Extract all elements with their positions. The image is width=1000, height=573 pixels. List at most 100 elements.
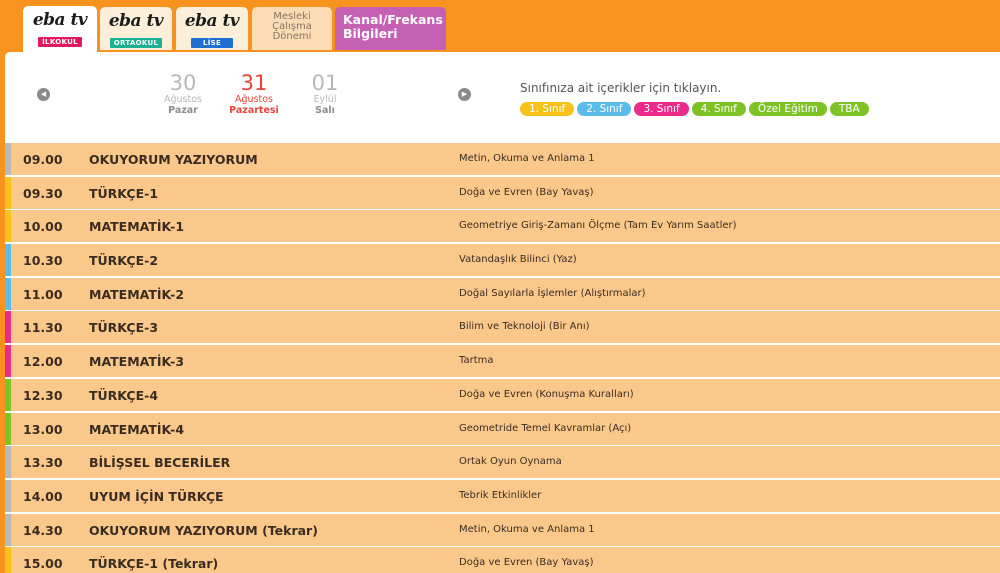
chevron-right-icon: ▶ xyxy=(461,90,468,98)
day-month: Ağustos xyxy=(235,94,273,105)
schedule-row[interactable]: 15.00 TÜRKÇE-1 (Tekrar) Doğa ve Evren (Bay… xyxy=(5,547,1000,573)
topic: Bilim ve Teknoloji (Bir Anı) xyxy=(459,321,590,333)
schedule-row[interactable]: 11.30 TÜRKÇE-3 Bilim ve Teknoloji (Bir Anı… xyxy=(5,311,1000,345)
time: 11.30 xyxy=(23,320,63,336)
day-month: Ağustos xyxy=(164,94,202,105)
grade-2-button[interactable]: 2. Sınıf xyxy=(577,102,632,116)
schedule-row[interactable]: 11.00 MATEMATİK-2 Doğal Sayılarla İşlemler… xyxy=(5,277,1000,311)
topic: Geometriye Giriş-Zamanı Ölçme (Tam Ev Ya… xyxy=(459,220,737,232)
chevron-left-icon: ◀ xyxy=(40,90,47,98)
topic: Doğa ve Evren (Konuşma Kuralları) xyxy=(459,388,634,400)
eba-tv-logo: eba tv xyxy=(108,11,164,31)
channel-tabs: eba tv İLKOKUL eba tv ORTAOKUL eba tv Lİ… xyxy=(0,0,1000,52)
course-name: OKUYORUM YAZIYORUM (Tekrar) xyxy=(89,522,318,538)
tab-mesleki-calisma-donemi[interactable]: Mesleki Çalışma Dönemi xyxy=(252,7,332,50)
grade-4-button[interactable]: 4. Sınıf xyxy=(691,102,746,116)
tab-ilkokul-label: İLKOKUL xyxy=(38,37,82,47)
tab-ortaokul-label: ORTAOKUL xyxy=(109,38,163,48)
eba-tv-logo: eba tv xyxy=(184,11,240,31)
grade-color-bar xyxy=(5,176,11,209)
course-name: TÜRKÇE-4 xyxy=(89,387,159,403)
grade-color-bar xyxy=(5,412,11,445)
time: 09.30 xyxy=(23,185,63,201)
ozel-egitim-button[interactable]: Özel Eğitim xyxy=(748,102,827,116)
course-name: BİLİŞSEL BECERİLER xyxy=(89,455,231,471)
day-number: 31 xyxy=(240,71,268,95)
time: 14.00 xyxy=(23,488,63,504)
day-01[interactable]: 01 Eylül Salı xyxy=(290,71,360,116)
topic: Vatandaşlık Bilinci (Yaz) xyxy=(459,254,577,266)
schedule-row[interactable]: 13.00 MATEMATİK-4 Geometride Temel Kavraml… xyxy=(5,412,1000,446)
day-name: Pazartesi xyxy=(229,105,279,116)
topic: Tebrik Etkinlikler xyxy=(459,489,542,501)
tab-ortaokul[interactable]: eba tv ORTAOKUL xyxy=(100,7,172,50)
topic: Tartma xyxy=(459,355,494,367)
day-name: Pazar xyxy=(168,105,198,116)
course-name: MATEMATİK-3 xyxy=(89,354,185,370)
previous-day-button[interactable]: ◀ xyxy=(37,88,50,101)
time: 12.00 xyxy=(23,354,63,370)
course-name: TÜRKÇE-1 xyxy=(89,185,159,201)
schedule-list: 09.00 OKUYORUM YAZIYORUM Metin, Okuma ve A… xyxy=(5,143,1000,573)
schedule-row[interactable]: 12.00 MATEMATİK-3 Tartma xyxy=(5,345,1000,379)
topic: Ortak Oyun Oynama xyxy=(459,456,562,468)
topic: Doğa ve Evren (Bay Yavaş) xyxy=(459,186,594,198)
time: 13.00 xyxy=(23,421,63,437)
topic: Doğal Sayılarla İşlemler (Alıştırmalar) xyxy=(459,287,646,299)
course-name: OKUYORUM YAZIYORUM xyxy=(89,152,258,167)
eba-tv-logo: eba tv xyxy=(32,10,88,30)
next-day-button[interactable]: ▶ xyxy=(458,88,471,101)
grade-color-bar xyxy=(5,547,11,573)
time: 12.30 xyxy=(23,387,63,403)
topic: Doğa ve Evren (Bay Yavaş) xyxy=(459,557,594,569)
day-31[interactable]: 31 Ağustos Pazartesi xyxy=(219,71,289,116)
day-month: Eylül xyxy=(313,94,337,105)
tba-button[interactable]: TBA xyxy=(829,102,869,116)
schedule-row[interactable]: 09.30 TÜRKÇE-1 Doğa ve Evren (Bay Yavaş) xyxy=(5,176,1000,210)
tab-kanal-line-2: Bilgileri xyxy=(343,26,398,41)
schedule-panel: ◀ 30 Ağustos Pazar 31 Ağustos Pazartesi … xyxy=(5,52,1000,573)
day-number: 30 xyxy=(169,71,197,95)
grade-color-bar xyxy=(5,378,11,411)
day-number: 01 xyxy=(311,71,339,95)
time: 10.00 xyxy=(23,219,63,235)
grade-filter: 1. Sınıf 2. Sınıf 3. Sınıf 4. Sınıf Özel… xyxy=(520,102,869,116)
schedule-row[interactable]: 09.00 OKUYORUM YAZIYORUM Metin, Okuma ve A… xyxy=(5,143,1000,176)
time: 10.30 xyxy=(23,253,63,269)
schedule-row[interactable]: 14.00 UYUM İÇİN TÜRKÇE Tebrik Etkinlikler xyxy=(5,479,1000,513)
course-name: UYUM İÇİN TÜRKÇE xyxy=(89,488,224,504)
tab-kanal-frekans-bilgileri[interactable]: Kanal/Frekans Bilgileri xyxy=(335,7,446,50)
tab-mesleki-line-3: Dönemi xyxy=(272,31,312,42)
grade-3-button[interactable]: 3. Sınıf xyxy=(634,102,689,116)
time: 11.00 xyxy=(23,286,63,302)
grade-color-bar xyxy=(5,311,11,344)
time: 09.00 xyxy=(23,152,63,167)
schedule-row[interactable]: 12.30 TÜRKÇE-4 Doğa ve Evren (Konuşma Kura… xyxy=(5,378,1000,412)
time: 13.30 xyxy=(23,455,63,471)
grade-color-bar xyxy=(5,277,11,310)
schedule-row[interactable]: 10.30 TÜRKÇE-2 Vatandaşlık Bilinci (Yaz) xyxy=(5,244,1000,278)
schedule-row[interactable]: 10.00 MATEMATİK-1 Geometriye Giriş-Zamanı … xyxy=(5,210,1000,244)
time: 14.30 xyxy=(23,522,63,538)
schedule-row[interactable]: 14.30 OKUYORUM YAZIYORUM (Tekrar) Metin, O… xyxy=(5,513,1000,547)
grade-1-button[interactable]: 1. Sınıf xyxy=(520,102,575,116)
grade-color-bar xyxy=(5,345,11,378)
grade-color-bar xyxy=(5,446,11,479)
course-name: MATEMATİK-4 xyxy=(89,421,185,437)
tab-ilkokul[interactable]: eba tv İLKOKUL xyxy=(23,6,97,52)
day-name: Salı xyxy=(315,105,335,116)
grade-color-bar xyxy=(5,143,11,175)
grade-color-bar xyxy=(5,210,11,243)
day-30[interactable]: 30 Ağustos Pazar xyxy=(148,71,218,116)
tab-lise[interactable]: eba tv LİSE xyxy=(176,7,248,50)
topic: Metin, Okuma ve Anlama 1 xyxy=(459,153,595,164)
time: 15.00 xyxy=(23,556,63,572)
schedule-row[interactable]: 13.30 BİLİŞSEL BECERİLER Ortak Oyun Oynama xyxy=(5,446,1000,480)
topic: Geometride Temel Kavramlar (Açı) xyxy=(459,422,632,434)
course-name: TÜRKÇE-2 xyxy=(89,253,159,269)
tab-kanal-line-1: Kanal/Frekans xyxy=(343,12,443,27)
course-name: TÜRKÇE-1 (Tekrar) xyxy=(89,556,219,572)
grade-color-bar xyxy=(5,244,11,277)
tab-lise-label: LİSE xyxy=(190,38,234,48)
course-name: TÜRKÇE-3 xyxy=(89,320,159,336)
